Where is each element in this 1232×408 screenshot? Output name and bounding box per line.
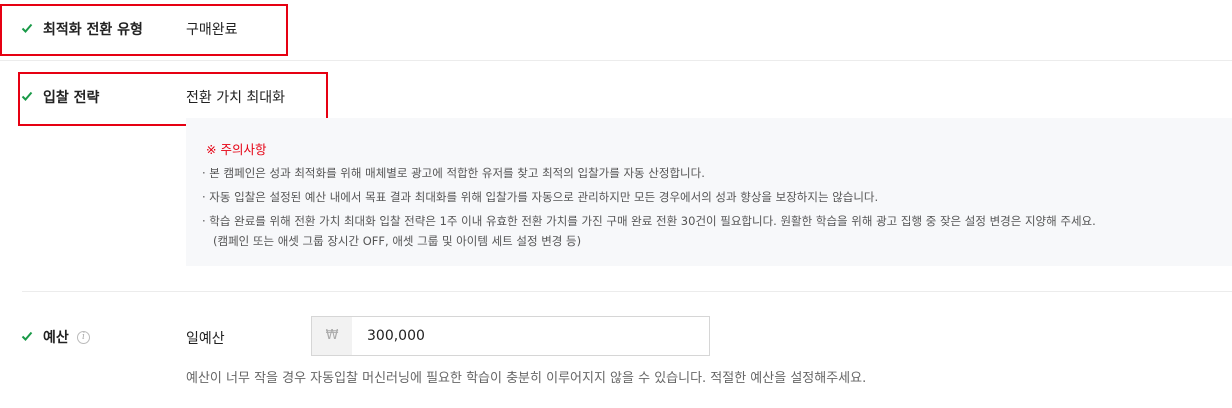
notice-item: · 본 캠페인은 성과 최적화를 위해 매체별로 광고에 적합한 유저를 찾고 …	[202, 166, 705, 180]
budget-helper-text: 예산이 너무 작을 경우 자동입찰 머신러닝에 필요한 학습이 충분히 이루어지…	[186, 371, 867, 386]
check-icon	[21, 22, 33, 34]
notice-item: · 자동 입찰은 설정된 예산 내에서 목표 결과 최대화를 위해 입찰가를 자…	[202, 190, 879, 204]
info-circle-icon[interactable]: i	[77, 331, 90, 344]
notice-item: (캠페인 또는 애셋 그룹 장시간 OFF, 애셋 그룹 및 아이템 세트 설정…	[213, 234, 582, 248]
divider	[0, 60, 1232, 61]
currency-symbol: ₩	[312, 317, 352, 355]
bid-strategy-label: 입찰 전략	[43, 90, 100, 106]
conversion-type-value: 구매완료	[186, 22, 238, 38]
conversion-type-label: 최적화 전환 유형	[43, 22, 143, 38]
budget-amount-value[interactable]: 300,000	[367, 317, 425, 355]
notice-item: · 학습 완료를 위해 전환 가치 최대화 입찰 전략은 1주 이내 유효한 전…	[202, 214, 1096, 228]
divider	[22, 291, 1232, 292]
budget-amount-field[interactable]: ₩ 300,000	[311, 316, 710, 356]
notice-title: ※ 주의사항	[206, 142, 267, 157]
notice-panel: ※ 주의사항 · 본 캠페인은 성과 최적화를 위해 매체별로 광고에 적합한 …	[186, 118, 1232, 266]
check-icon	[21, 90, 33, 102]
budget-period-label: 일예산	[186, 331, 225, 347]
check-icon	[21, 330, 33, 342]
bid-strategy-value: 전환 가치 최대화	[186, 90, 286, 106]
budget-label: 예산	[43, 330, 69, 346]
